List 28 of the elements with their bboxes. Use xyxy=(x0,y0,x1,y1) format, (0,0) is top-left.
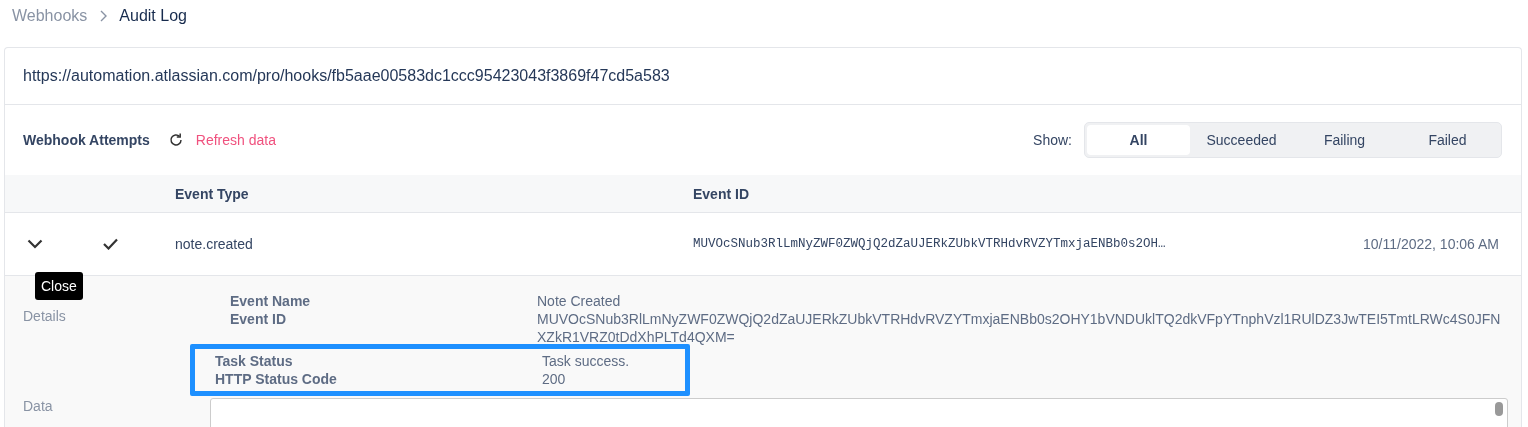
section-label: Details xyxy=(22,307,67,326)
filter-tab[interactable]: Succeeded xyxy=(1190,125,1293,155)
filter-tab[interactable]: Failed xyxy=(1396,125,1499,155)
filter-tab[interactable]: Failing xyxy=(1293,125,1396,155)
field-value: Task success. xyxy=(542,352,631,370)
refresh-icon[interactable] xyxy=(167,132,184,148)
field-value: 200 xyxy=(542,370,567,388)
webhook-url: https://automation.atlassian.com/pro/hooks/fb5aae00583dc1ccc95423043f3869f47cd5a583 xyxy=(23,67,670,85)
table-cell-text: note.created xyxy=(175,236,254,252)
chevron-icon[interactable] xyxy=(27,239,43,249)
filter-label: Show: xyxy=(1033,132,1072,148)
field-name: HTTP Status Code xyxy=(215,370,338,388)
column-header: Event ID xyxy=(693,185,750,202)
field-value: Note Created xyxy=(537,292,622,310)
field-name: Event ID xyxy=(229,310,287,329)
field-name: Task Status xyxy=(215,352,294,370)
chevron-right-icon xyxy=(99,10,108,22)
table-cell-text: MUVOcSNub3RlLmNyZWF0ZWQjQ2dZaUJERkZUbkVTRHdvRVZYTmxjaENBb0s2OH… xyxy=(693,237,1167,251)
filter-tab[interactable]: All xyxy=(1087,125,1190,155)
field-name: Event Name xyxy=(229,292,312,310)
field-value: MUVOcSNub3RlLmNyZWF0ZWQjQ2dZaUJERkZUbkVTRHdvRVZYTmxjaENBb0s2OHY1bVNDUklTQ2dkVFpYTnphVzl1RUlDZ3JwTEI5TmtLRWc4S0JFNXZkR1VRZ0tDdXhPLTd4QXM= xyxy=(537,310,1502,346)
breadcrumb-current: Audit Log xyxy=(119,7,187,25)
table-cell-text: 10/11/2022, 10:06 AM xyxy=(1362,236,1500,252)
scrollbar-thumb[interactable] xyxy=(1495,402,1503,416)
tooltip: Close xyxy=(35,272,83,300)
column-header: Event Type xyxy=(175,185,250,202)
section-title: Webhook Attempts xyxy=(23,132,150,148)
section-label: Data xyxy=(22,398,54,416)
